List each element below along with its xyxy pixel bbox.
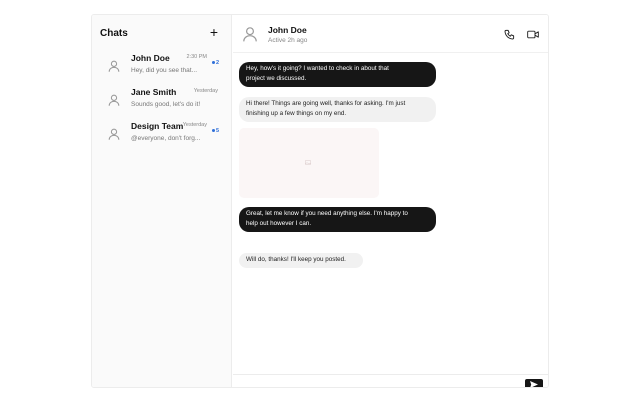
chat-item-name: John Doe [131, 53, 170, 63]
chat-item-design-team[interactable]: Design Team Yesterday @everyone, don't f… [100, 121, 224, 149]
video-icon[interactable] [527, 29, 539, 40]
chat-item-time: Yesterday [182, 122, 207, 128]
chat-item-name: Jane Smith [131, 87, 177, 97]
chat-item-jane-smith[interactable]: Jane Smith Yesterday Sounds good, let's … [100, 87, 224, 115]
message-text-line: help out however I can. [246, 220, 312, 227]
message-input[interactable] [239, 378, 509, 387]
sidebar-header: Chats + [92, 15, 232, 51]
send-icon [530, 381, 538, 387]
message-bubble-outgoing: Great, let me know if you need anything … [239, 207, 436, 232]
unread-count: 5 [215, 128, 219, 134]
sidebar-title: Chats [100, 28, 128, 39]
chat-item-preview: @everyone, don't forg... [131, 135, 201, 142]
chat-app: Chats + John Doe 2:30 PM Hey, did you se… [91, 14, 549, 388]
unread-badge: 5 [211, 128, 219, 134]
plus-icon[interactable]: + [207, 25, 221, 39]
chat-item-john-doe[interactable]: John Doe 2:30 PM Hey, did you see that..… [100, 53, 224, 81]
unread-count: 2 [215, 60, 219, 66]
chat-item-time: 2:30 PM [186, 54, 207, 60]
user-icon [108, 60, 120, 72]
conversation-panel: John Doe Active 2h ago Hey, how's it goi… [233, 15, 548, 387]
conversation-header: John Doe Active 2h ago [233, 15, 548, 53]
chat-item-preview: Hey, did you see that... [131, 67, 197, 74]
message-text-line: finishing up a few things on my end. [246, 110, 347, 117]
message-text-line: project we discussed. [246, 75, 307, 82]
contact-name: John Doe [268, 25, 307, 35]
phone-icon[interactable] [504, 29, 515, 40]
chat-item-name: Design Team [131, 121, 184, 131]
message-text-line: Great, let me know if you need anything … [246, 210, 408, 217]
image-attachment[interactable] [239, 128, 379, 198]
send-button[interactable] [525, 379, 543, 387]
message-list: Hey, how's it going? I wanted to check i… [233, 54, 548, 374]
message-bubble-incoming: Hi there! Things are going well, thanks … [239, 97, 436, 122]
message-text-line: Hi there! Things are going well, thanks … [246, 100, 406, 107]
message-text-line: Will do, thanks! I'll keep you posted. [246, 256, 346, 263]
unread-dot [211, 61, 215, 65]
user-icon [108, 128, 120, 140]
chat-item-preview: Sounds good, let's do it! [131, 101, 201, 108]
contact-status: Active 2h ago [268, 37, 308, 44]
image-icon [305, 160, 311, 165]
unread-badge: 2 [211, 60, 219, 66]
message-composer [233, 374, 548, 387]
message-bubble-outgoing: Hey, how's it going? I wanted to check i… [239, 62, 436, 87]
chat-sidebar: Chats + John Doe 2:30 PM Hey, did you se… [92, 15, 232, 387]
message-bubble-incoming: Will do, thanks! I'll keep you posted. [239, 253, 363, 268]
unread-dot [211, 129, 215, 133]
user-icon [108, 94, 120, 106]
message-text-line: Hey, how's it going? I wanted to check i… [246, 65, 389, 72]
user-icon[interactable] [241, 25, 259, 43]
chat-item-time: Yesterday [193, 88, 218, 94]
